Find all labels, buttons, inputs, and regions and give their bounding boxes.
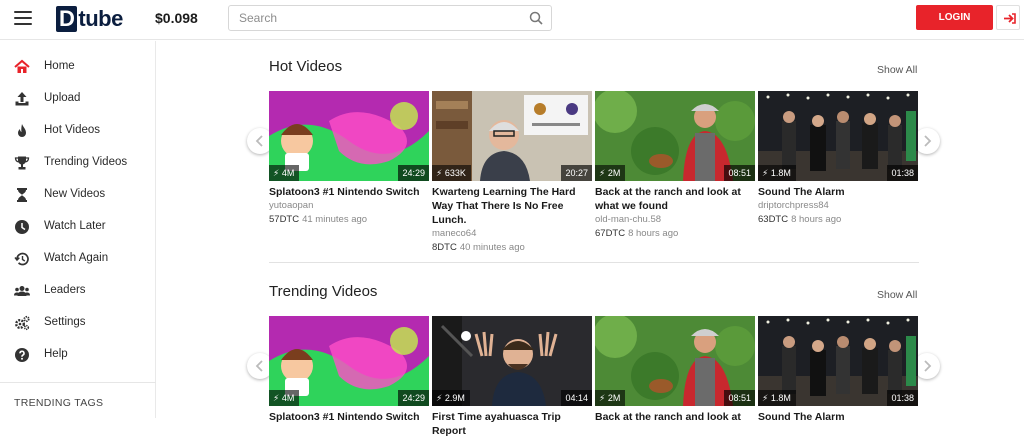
video-thumbnail[interactable]: ⚡ 2M 08:51 <box>595 91 755 181</box>
sidebar-item-watch-later[interactable]: Watch Later <box>0 211 156 243</box>
video-card[interactable]: ⚡ 2.9M 04:14 First Time ayahuasca Trip R… <box>432 316 592 438</box>
token-price: $0.098 <box>155 10 198 26</box>
menu-icon[interactable] <box>14 11 32 25</box>
video-duration: 04:14 <box>561 390 592 406</box>
search-input[interactable] <box>229 6 519 30</box>
section-divider <box>269 262 919 263</box>
video-thumbnail[interactable]: ⚡ 2.9M 04:14 <box>432 316 592 406</box>
sidebar-item-watch-again[interactable]: Watch Again <box>0 243 156 275</box>
video-thumbnail[interactable]: ⚡ 1.8M 01:38 <box>758 91 918 181</box>
video-author[interactable]: yutoaopan <box>269 200 429 211</box>
video-title[interactable]: Splatoon3 #1 Nintendo Switch <box>269 410 429 424</box>
video-card[interactable]: ⚡ 4M 24:29 Splatoon3 #1 Nintendo Switch … <box>269 91 429 225</box>
cogs-icon <box>15 315 30 331</box>
video-title[interactable]: Sound The Alarm <box>758 410 918 424</box>
video-author[interactable]: old-man-chu.58 <box>595 214 755 225</box>
hourglass-icon <box>17 188 27 202</box>
view-count: ⚡ 2M <box>595 165 626 181</box>
video-meta: 8DTC 40 minutes ago <box>432 242 525 253</box>
video-card[interactable]: ⚡ 1.8M 01:38 Sound The Alarm <box>758 316 918 424</box>
sidebar-item-help[interactable]: Help <box>0 339 156 371</box>
upload-icon <box>15 92 29 106</box>
video-meta: 67DTC 8 hours ago <box>595 228 679 239</box>
login-button[interactable]: LOGIN <box>916 5 993 30</box>
view-count: ⚡ 633K <box>432 165 471 181</box>
video-thumbnail[interactable]: ⚡ 4M 24:29 <box>269 91 429 181</box>
sidebar: Home Upload Hot Videos Trending Videos N… <box>0 41 156 418</box>
trophy-icon <box>14 156 30 170</box>
home-icon <box>14 59 30 73</box>
view-count: ⚡ 1.8M <box>758 390 796 406</box>
view-count: ⚡ 2.9M <box>432 390 470 406</box>
trending-show-all-link[interactable]: Show All <box>877 289 917 301</box>
search-box <box>228 5 552 31</box>
video-card[interactable]: ⚡ 633K 20:27 Kwarteng Learning The Hard … <box>432 91 592 253</box>
video-title[interactable]: Sound The Alarm <box>758 185 918 199</box>
video-title[interactable]: Back at the ranch and look at <box>595 410 755 424</box>
flame-icon <box>18 124 26 137</box>
video-duration: 24:29 <box>398 165 429 181</box>
video-thumbnail[interactable]: ⚡ 4M 24:29 <box>269 316 429 406</box>
video-card[interactable]: ⚡ 4M 24:29 Splatoon3 #1 Nintendo Switch <box>269 316 429 424</box>
video-duration: 08:51 <box>724 165 755 181</box>
view-count: ⚡ 1.8M <box>758 165 796 181</box>
chevron-left-icon <box>255 360 263 372</box>
video-duration: 01:38 <box>887 165 918 181</box>
video-duration: 24:29 <box>398 390 429 406</box>
video-card[interactable]: ⚡ 2M 08:51 Back at the ranch and look at <box>595 316 755 424</box>
clock-icon <box>15 220 29 234</box>
video-meta: 57DTC 41 minutes ago <box>269 214 368 225</box>
video-author[interactable]: driptorchpress84 <box>758 200 918 211</box>
video-card[interactable]: ⚡ 1.8M 01:38 Sound The Alarm driptorchpr… <box>758 91 918 225</box>
chevron-left-icon <box>255 135 263 147</box>
sign-in-icon[interactable] <box>996 5 1020 30</box>
video-meta: 63DTC 8 hours ago <box>758 214 842 225</box>
trending-tags-heading: TRENDING TAGS <box>14 397 104 409</box>
chevron-right-icon <box>924 135 932 147</box>
logo[interactable]: Dtube <box>56 6 123 32</box>
video-thumbnail[interactable]: ⚡ 633K 20:27 <box>432 91 592 181</box>
sidebar-item-trending-videos[interactable]: Trending Videos <box>0 147 156 179</box>
video-duration: 20:27 <box>561 165 592 181</box>
video-duration: 01:38 <box>887 390 918 406</box>
video-author[interactable]: maneco64 <box>432 228 592 239</box>
view-count: ⚡ 2M <box>595 390 626 406</box>
chevron-right-icon <box>924 360 932 372</box>
search-icon[interactable] <box>529 11 543 25</box>
sidebar-item-settings[interactable]: Settings <box>0 307 156 339</box>
sidebar-divider <box>0 382 156 383</box>
video-title[interactable]: First Time ayahuasca Trip Report <box>432 410 592 438</box>
sidebar-item-hot-videos[interactable]: Hot Videos <box>0 115 156 147</box>
history-icon <box>14 252 29 266</box>
trending-videos-title: Trending Videos <box>269 283 378 300</box>
view-count: ⚡ 4M <box>269 165 300 181</box>
video-card[interactable]: ⚡ 2M 08:51 Back at the ranch and look at… <box>595 91 755 239</box>
sidebar-item-home[interactable]: Home <box>0 51 156 83</box>
users-icon <box>14 286 30 296</box>
video-title[interactable]: Kwarteng Learning The Hard Way That Ther… <box>432 185 592 227</box>
top-bar: Dtube $0.098 LOGIN <box>0 0 1024 40</box>
sidebar-item-leaders[interactable]: Leaders <box>0 275 156 307</box>
video-thumbnail[interactable]: ⚡ 2M 08:51 <box>595 316 755 406</box>
hot-show-all-link[interactable]: Show All <box>877 64 917 76</box>
video-title[interactable]: Back at the ranch and look at what we fo… <box>595 185 755 213</box>
view-count: ⚡ 4M <box>269 390 300 406</box>
video-duration: 08:51 <box>724 390 755 406</box>
help-icon <box>15 348 29 362</box>
sidebar-item-new-videos[interactable]: New Videos <box>0 179 156 211</box>
video-title[interactable]: Splatoon3 #1 Nintendo Switch <box>269 185 429 199</box>
sidebar-item-upload[interactable]: Upload <box>0 83 156 115</box>
hot-videos-title: Hot Videos <box>269 58 343 75</box>
video-thumbnail[interactable]: ⚡ 1.8M 01:38 <box>758 316 918 406</box>
